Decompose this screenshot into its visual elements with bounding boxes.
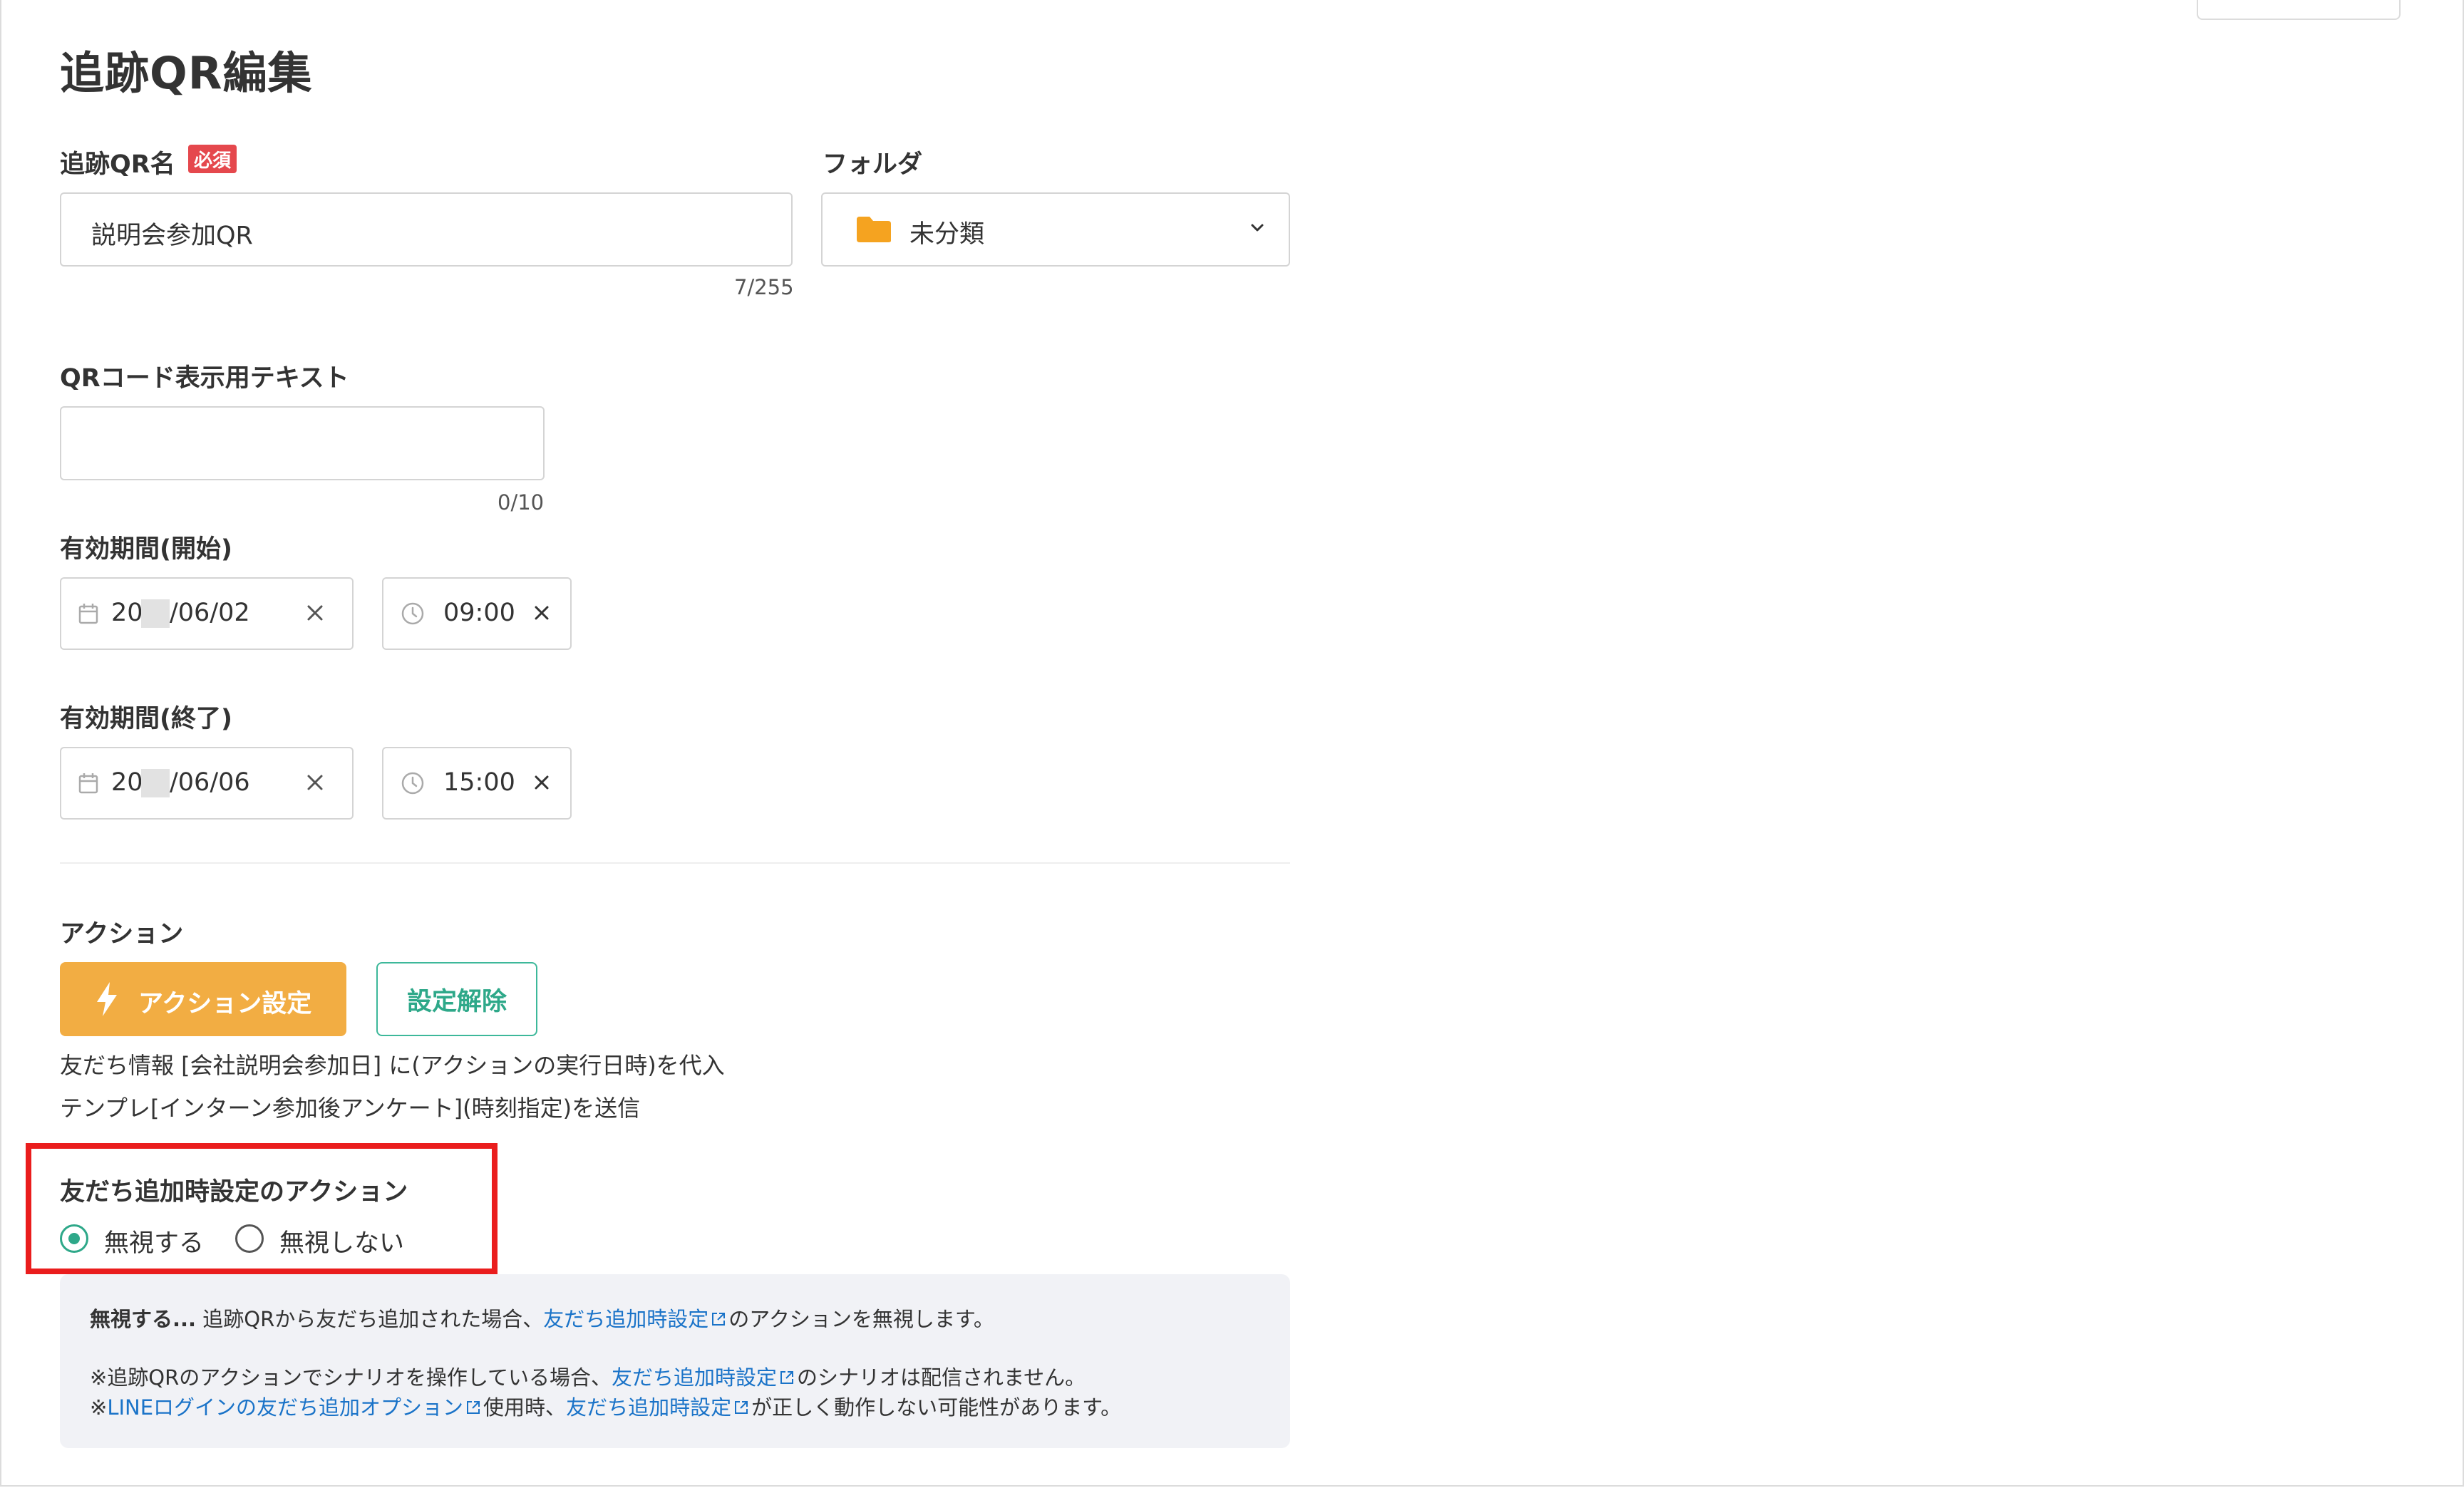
highlight-box [26,1143,498,1274]
qr-text-counter: 0/10 [498,490,545,515]
info-text: が正しく動作しない可能性があります。 [751,1395,1122,1420]
info-text: 追跡QRから友だち追加された場合、 [196,1307,544,1331]
external-link-icon [467,1401,480,1414]
clear-end-date-icon[interactable] [305,773,325,792]
folder-icon [857,217,891,242]
action-description: 友だち情報 [会社説明会参加日] に(アクションの実行日時)を代入 [60,1052,725,1079]
page-title: 追跡QR編集 [60,47,313,99]
qr-text-input[interactable] [60,406,545,480]
clear-start-date-icon[interactable] [305,603,325,623]
info-ignore-bold: 無視する... [90,1307,197,1331]
top-right-control[interactable] [2197,0,2401,20]
external-link-icon [780,1371,793,1384]
info-line-3: ※LINEログインの友だち追加オプション 使用時、友だち追加時設定 が正しく動作しな… [90,1391,1121,1421]
required-badge: 必須 [188,145,237,173]
end-date-prefix: 20 [111,768,143,797]
action-settings-button[interactable]: アクション設定 [60,962,346,1036]
section-divider [60,862,1290,864]
start-period-label: 有効期間(開始) [60,535,232,564]
lightning-icon [97,982,117,1016]
qr-text-label: QRコード表示用テキスト [60,364,349,393]
friend-add-settings-link[interactable]: 友だち追加時設定 [543,1307,708,1331]
action-description: テンプレ[インターン参加後アンケート](時刻指定)を送信 [60,1095,641,1122]
clear-start-time-icon[interactable] [532,603,552,623]
masked-year [141,769,170,797]
radio-ignore[interactable] [60,1224,88,1253]
radio-not-ignore[interactable] [235,1224,264,1253]
action-settings-label: アクション設定 [138,990,312,1018]
name-counter: 7/255 [734,275,794,299]
name-input[interactable]: 説明会参加QR [60,192,793,267]
action-label: アクション [60,920,184,949]
folder-label: フォルダ [823,150,923,179]
info-text: ※ [90,1395,108,1420]
external-link-icon [735,1401,748,1414]
start-date-prefix: 20 [111,599,143,627]
clear-settings-button[interactable]: 設定解除 [376,962,537,1036]
info-text: のシナリオは配信されません。 [796,1365,1086,1390]
calendar-icon [78,773,98,794]
info-text: のアクションを無視します。 [728,1307,994,1331]
chevron-down-icon [1251,224,1264,232]
clock-icon [401,772,424,795]
friend-add-settings-link[interactable]: 友だち追加時設定 [612,1365,777,1390]
start-time-value: 09:00 [443,599,515,627]
clock-icon [401,602,424,625]
info-box: 無視する... 追跡QRから友だち追加された場合、友だち追加時設定 のアクションを… [60,1274,1290,1448]
name-input-value: 説明会参加QR [91,222,253,250]
external-link-icon [712,1313,726,1326]
masked-year [141,599,170,628]
info-line-2: ※追跡QRのアクションでシナリオを操作している場合、友だち追加時設定 のシナリオは… [90,1361,1086,1391]
end-time-value: 15:00 [443,768,515,797]
folder-select-value: 未分類 [909,220,985,249]
name-label: 追跡QR名 [60,150,175,179]
clear-end-time-icon[interactable] [532,773,552,792]
friend-add-action-label: 友だち追加時設定のアクション [60,1178,408,1207]
radio-not-ignore-label[interactable]: 無視しない [279,1223,404,1259]
line-login-option-link[interactable]: LINEログインの友だち追加オプション [107,1395,463,1420]
radio-ignore-label[interactable]: 無視する [104,1223,204,1259]
info-text: ※追跡QRのアクションでシナリオを操作している場合、 [90,1365,612,1390]
info-text: 使用時、 [483,1395,567,1420]
start-date-suffix: /06/02 [170,599,250,627]
info-line-1: 無視する... 追跡QRから友だち追加された場合、友だち追加時設定 のアクションを… [90,1303,994,1333]
end-date-suffix: /06/06 [170,768,250,797]
end-period-label: 有効期間(終了) [60,705,232,733]
friend-add-settings-link[interactable]: 友だち追加時設定 [566,1395,731,1420]
calendar-icon [78,604,98,624]
